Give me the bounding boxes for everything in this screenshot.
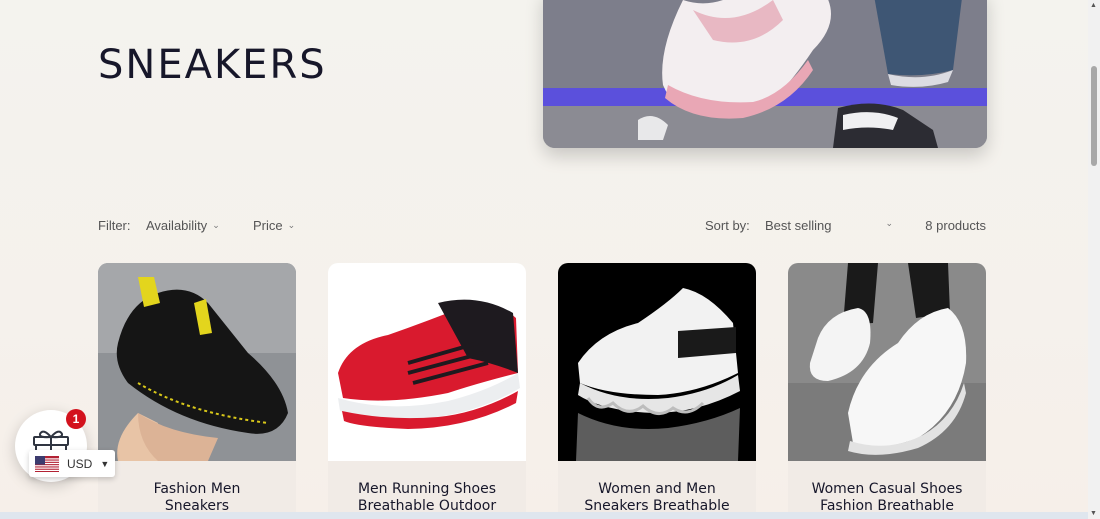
product-card[interactable]: Men Running Shoes Breathable Outdoor <box>328 263 526 519</box>
sneaker-banner-photo <box>543 0 987 148</box>
currency-selector[interactable]: USD ▼ <box>29 450 115 477</box>
collection-page: SNEAKERS Filter: Availability ⌄ Price ⌄ … <box>0 0 1088 519</box>
collection-banner-image <box>543 0 987 148</box>
product-image[interactable] <box>788 263 986 461</box>
product-title-line: Women Casual Shoes <box>811 481 963 497</box>
scroll-up-arrow-icon[interactable]: ▲ <box>1090 2 1097 9</box>
product-title[interactable]: Fashion Men Sneakers <box>98 461 296 519</box>
filter-sort-bar: Filter: Availability ⌄ Price ⌄ Sort by: … <box>98 218 986 238</box>
product-title-line: Men Running Shoes <box>357 481 497 497</box>
product-card[interactable]: Fashion Men Sneakers <box>98 263 296 519</box>
product-image[interactable] <box>98 263 296 461</box>
product-image[interactable] <box>328 263 526 461</box>
product-title-line: Women and Men <box>598 481 716 497</box>
availability-label: Availability <box>146 218 208 233</box>
sort-value: Best selling <box>765 218 832 233</box>
product-title[interactable]: Women and Men Sneakers Breathable <box>558 461 756 519</box>
filter-label: Filter: <box>98 218 131 233</box>
chevron-down-icon: ⌄ <box>212 220 220 230</box>
price-filter[interactable]: Price ⌄ <box>253 218 295 233</box>
product-card[interactable]: Women and Men Sneakers Breathable <box>558 263 756 519</box>
price-label: Price <box>253 218 283 233</box>
page-scrollbar[interactable]: ▲ ▼ <box>1088 0 1100 519</box>
caret-down-icon: ▼ <box>100 458 110 469</box>
bottom-strip <box>0 512 1088 519</box>
sort-label: Sort by: <box>705 218 750 233</box>
gift-count-badge: 1 <box>66 409 86 429</box>
currency-code: USD <box>67 456 93 471</box>
product-title[interactable]: Men Running Shoes Breathable Outdoor <box>328 461 526 519</box>
chevron-down-icon: ⌄ <box>885 218 893 228</box>
us-flag-icon <box>35 455 59 472</box>
sort-select[interactable]: Best selling ⌄ <box>765 218 893 233</box>
chevron-down-icon: ⌄ <box>287 220 296 230</box>
product-grid: Fashion Men Sneakers Men Running Shoes B… <box>98 263 988 519</box>
product-image[interactable] <box>558 263 756 461</box>
page-title: SNEAKERS <box>98 42 327 88</box>
product-count: 8 products <box>925 218 986 233</box>
availability-filter[interactable]: Availability ⌄ <box>146 218 220 233</box>
product-card[interactable]: Women Casual Shoes Fashion Breathable <box>788 263 986 519</box>
scroll-down-arrow-icon[interactable]: ▼ <box>1090 510 1097 517</box>
product-title-line: Fashion Men <box>153 481 241 497</box>
product-title[interactable]: Women Casual Shoes Fashion Breathable <box>788 461 986 519</box>
scrollbar-thumb[interactable] <box>1091 66 1097 166</box>
